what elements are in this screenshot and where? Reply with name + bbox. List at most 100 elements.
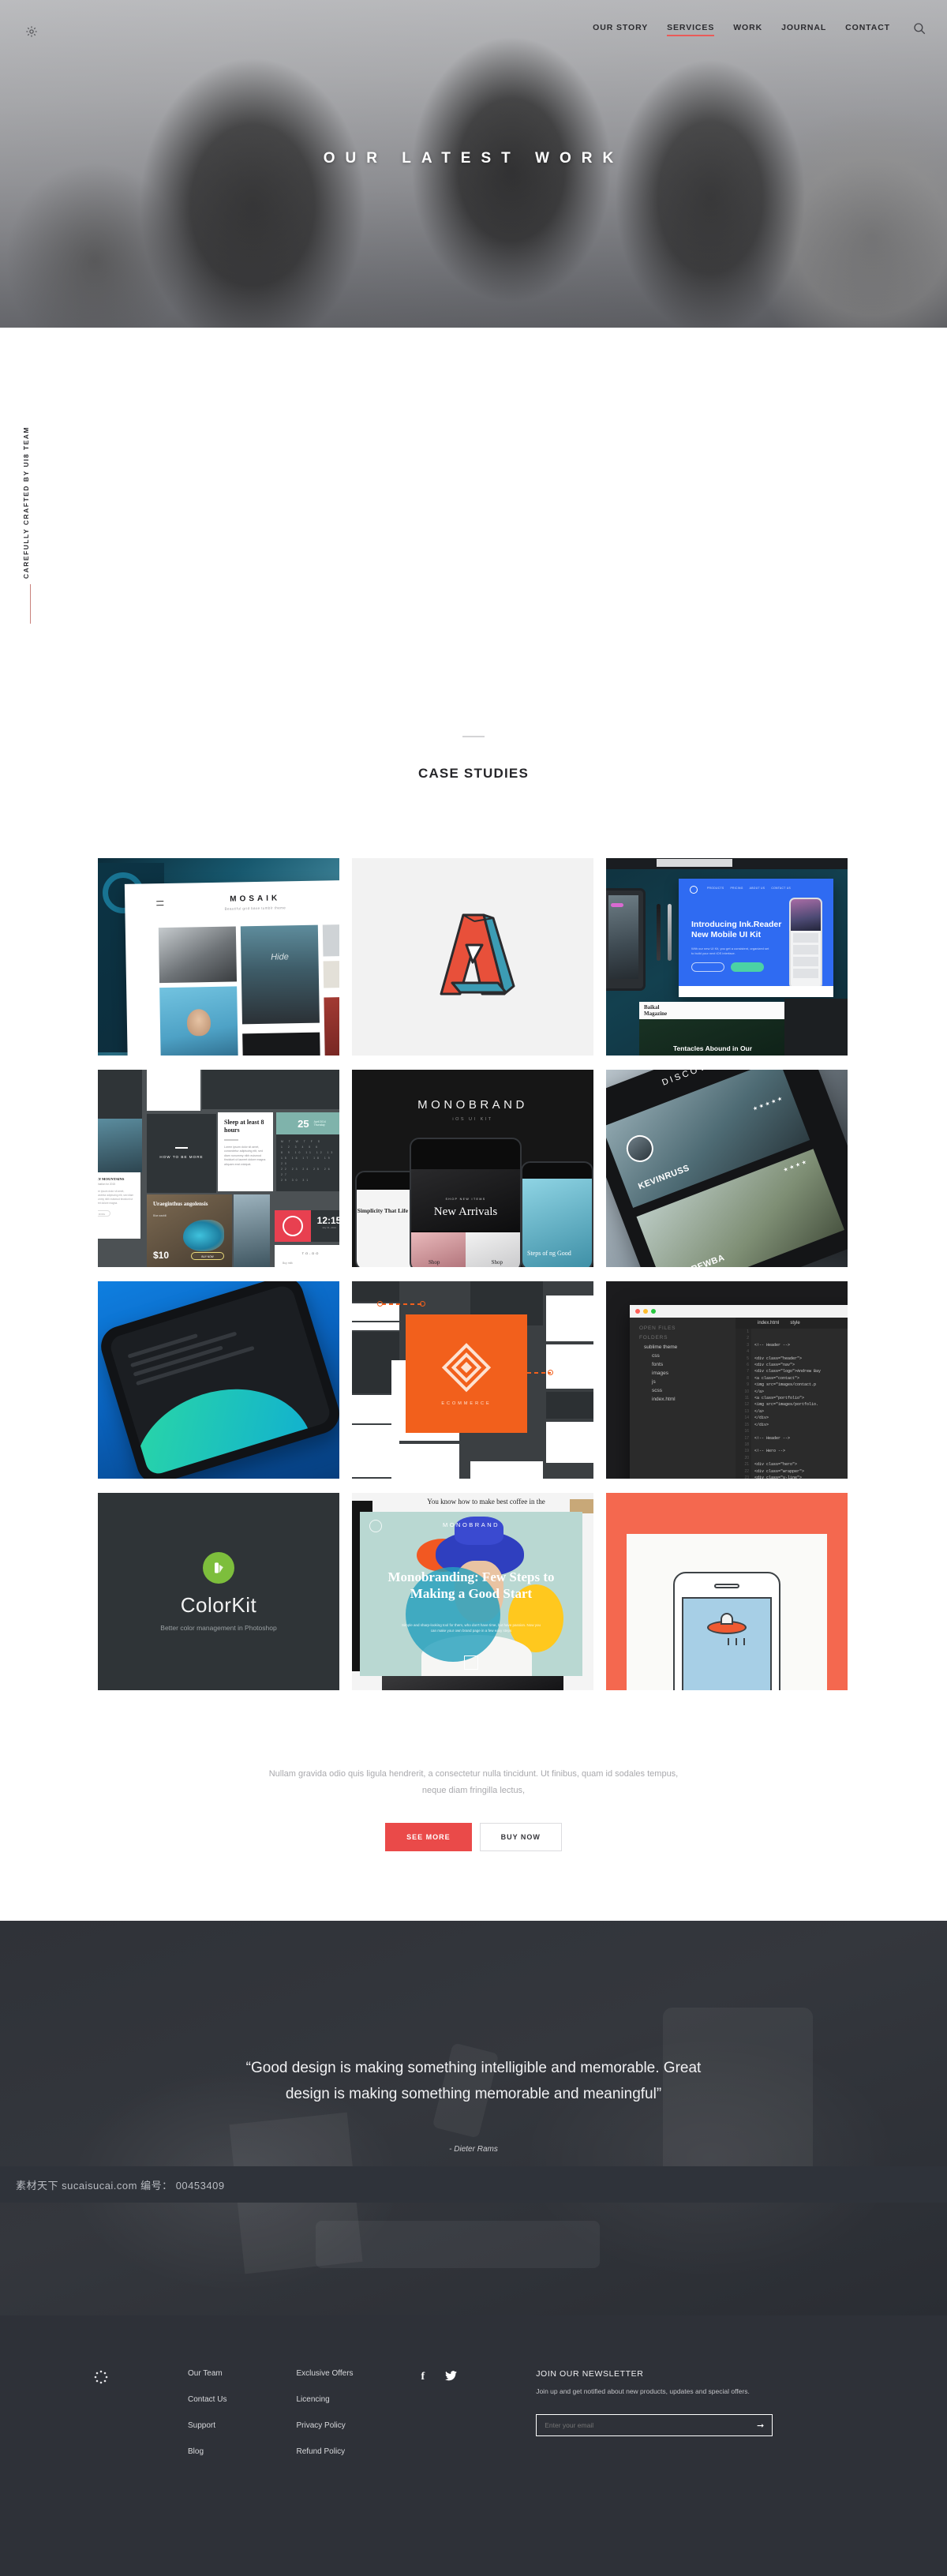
- letter-a-logo-icon: [440, 913, 515, 996]
- monobrand-phone-right: Steps of ng Good: [521, 1161, 593, 1267]
- case-study-tile-monobrand[interactable]: MONOBRAND iOS UI KIT Simplicity That Lif…: [352, 1070, 593, 1267]
- section-divider: [462, 736, 485, 737]
- monobrand-brand: MONOBRAND: [417, 1098, 528, 1112]
- newsletter-title: JOIN OUR NEWSLETTER: [536, 2369, 644, 2379]
- footer-link-our-team[interactable]: Our Team: [188, 2369, 226, 2378]
- monobrand-shop-items: SHOP NEW ITEMS: [445, 1198, 486, 1201]
- footer-link-contact-us[interactable]: Contact Us: [188, 2395, 226, 2404]
- nav-item-work[interactable]: WORK: [733, 23, 762, 36]
- case-study-tile-ecommerce[interactable]: ECOMMERCE: [352, 1281, 593, 1479]
- side-rule: [30, 584, 31, 624]
- ink-reader-body: With our new UI Kit, you get a consisten…: [691, 947, 769, 955]
- case-studies-section: CASE STUDIES MOSAIK Beautiful grid base …: [0, 328, 947, 1851]
- main-navigation[interactable]: OUR STORY SERVICES WORK JOURNAL CONTACT: [593, 23, 947, 36]
- ecommerce-logo-card: ECOMMERCE: [406, 1314, 527, 1433]
- footer-link-refund-policy[interactable]: Refund Policy: [296, 2447, 353, 2456]
- case-study-tile-mobile-app[interactable]: [98, 1281, 339, 1479]
- folder-scss[interactable]: scss: [652, 1388, 726, 1393]
- nav-item-journal[interactable]: JOURNAL: [781, 23, 826, 36]
- illustrated-phone: [673, 1572, 780, 1690]
- open-files-label: OPEN FILES: [639, 1325, 676, 1331]
- case-study-tile-letter-a[interactable]: [352, 858, 593, 1056]
- social-links: f: [421, 2369, 458, 2473]
- facebook-icon[interactable]: f: [421, 2371, 425, 2473]
- folder-js[interactable]: js: [652, 1379, 726, 1385]
- footer-link-privacy-policy[interactable]: Privacy Policy: [296, 2421, 353, 2430]
- editor-window: OPEN FILES FOLDERS sublime theme css fon…: [630, 1305, 848, 1479]
- ink-reader-logo-icon: [690, 886, 698, 894]
- discover-user-1: KEVINRUSS: [637, 1163, 691, 1192]
- footer-link-support[interactable]: Support: [188, 2421, 226, 2430]
- buy-now-button[interactable]: BUY NOW: [479, 1823, 562, 1851]
- window-titlebar: [630, 1305, 848, 1318]
- ink-nav-pricing: PRICING: [730, 887, 743, 890]
- footer-logo-icon[interactable]: [93, 2369, 188, 2473]
- baikal-headline: Tentacles Abound in Our: [672, 1044, 753, 1052]
- arrow-right-icon[interactable]: ➞: [757, 2420, 764, 2431]
- monobrand-right-title: Steps of ng Good: [527, 1250, 571, 1257]
- ink-reader-tour-button: [691, 962, 724, 972]
- case-studies-grid: MOSAIK Beautiful grid base tumblr theme …: [98, 858, 849, 1690]
- footer-link-licencing[interactable]: Licencing: [296, 2395, 353, 2404]
- mobile-device: [98, 1281, 339, 1479]
- footer-column-2: Exclusive Offers Licencing Privacy Polic…: [296, 2369, 353, 2473]
- folder-fonts[interactable]: fonts: [652, 1362, 726, 1367]
- discover-user-2: ANDREWBA: [672, 1253, 726, 1267]
- footer-link-exclusive-offers[interactable]: Exclusive Offers: [296, 2369, 353, 2378]
- ink-nav-contact: CONTACT US: [771, 887, 792, 890]
- quote-text: “Good design is making something intelli…: [245, 2060, 702, 2102]
- cta-block: Nullam gravida odio quis ligula hendreri…: [0, 1766, 947, 1851]
- editor-tab-index[interactable]: index.html: [758, 1321, 779, 1325]
- case-study-tile-mosaik[interactable]: MOSAIK Beautiful grid base tumblr theme …: [98, 858, 339, 1056]
- nav-item-contact[interactable]: CONTACT: [845, 23, 890, 36]
- editor-tab-style[interactable]: style: [790, 1321, 799, 1325]
- diamond-logo-icon: [441, 1343, 492, 1393]
- see-more-button[interactable]: SEE MORE: [385, 1823, 472, 1851]
- file-index-html[interactable]: index.html: [652, 1397, 726, 1402]
- email-field[interactable]: [545, 2421, 727, 2429]
- search-icon[interactable]: [912, 21, 926, 36]
- colorkit-tagline: Better color management in Photoshop: [160, 1623, 277, 1632]
- uikit-more-button: MORE: [98, 1210, 110, 1217]
- case-study-tile-sublime-theme[interactable]: OPEN FILES FOLDERS sublime theme css fon…: [606, 1281, 848, 1479]
- minimize-icon[interactable]: [643, 1309, 648, 1314]
- footer-link-blog[interactable]: Blog: [188, 2447, 226, 2456]
- cta-paragraph: Nullam gravida odio quis ligula hendreri…: [268, 1769, 679, 1795]
- ink-reader-landing: PRODUCTS PRICING ABOUT US CONTACT US Int…: [679, 879, 833, 997]
- case-study-tile-discover[interactable]: DISCOVER KEVINRUSS ★★★★★ ANDREWBA ★★★★: [606, 1070, 848, 1267]
- uikit-buy-now: BUY NOW: [191, 1252, 224, 1260]
- editor-sidebar: OPEN FILES FOLDERS sublime theme css fon…: [630, 1318, 736, 1479]
- case-study-tile-ui-kit[interactable]: Sleep at least 8 hours Lorem ipsum dolor…: [98, 1070, 339, 1267]
- uikit-clock: 12:15: [316, 1215, 339, 1226]
- nav-item-our-story[interactable]: OUR STORY: [593, 23, 648, 36]
- gear-icon[interactable]: [25, 25, 38, 38]
- close-icon[interactable]: [635, 1309, 640, 1314]
- quote-section: “Good design is making something intelli…: [0, 1921, 947, 2315]
- case-study-tile-ink-reader[interactable]: PRODUCTS PRICING ABOUT US CONTACT US Int…: [606, 858, 848, 1056]
- case-study-tile-monobranding-blog[interactable]: You know how to make best coffee in the …: [352, 1493, 593, 1690]
- mosaik-photo-caption: Hide: [271, 952, 289, 962]
- folder-root[interactable]: sublime theme: [644, 1344, 726, 1350]
- watermark-text: 素材天下 sucaisucai.com 编号： 00453409: [16, 2179, 225, 2192]
- case-study-tile-ufo-app[interactable]: [606, 1493, 848, 1690]
- folders-label: FOLDERS: [639, 1335, 668, 1340]
- ink-reader-headline: Introducing Ink.Reader New Mobile UI Kit: [691, 920, 782, 939]
- baikal-brand2: Magazine: [644, 1011, 668, 1017]
- blog-body: Simple and sharp-looking tool for them, …: [402, 1623, 541, 1633]
- blog-headline: Monobranding: Few Steps to Making a Good…: [387, 1569, 555, 1601]
- nav-item-services[interactable]: SERVICES: [667, 23, 715, 36]
- watermark-bar: 素材天下 sucaisucai.com 编号： 00453409: [0, 2166, 947, 2203]
- colorkit-brand: ColorKit: [180, 1592, 257, 1617]
- ink-nav-products: PRODUCTS: [707, 887, 724, 890]
- case-study-tile-colorkit[interactable]: ColorKit Better color management in Phot…: [98, 1493, 339, 1690]
- twitter-icon[interactable]: [445, 2371, 458, 2473]
- folder-images[interactable]: images: [652, 1370, 726, 1376]
- uikit-calendar-day: 25: [298, 1117, 309, 1130]
- maximize-icon[interactable]: [651, 1309, 656, 1314]
- newsletter-block: JOIN OUR NEWSLETTER Join up and get noti…: [536, 2369, 773, 2473]
- folder-css[interactable]: css: [652, 1353, 726, 1359]
- newsletter-form[interactable]: ➞: [536, 2414, 773, 2436]
- avatar: [622, 1131, 657, 1166]
- site-footer: Our Team Contact Us Support Blog Exclusi…: [0, 2315, 947, 2576]
- blog-scroll-button: [464, 1655, 478, 1670]
